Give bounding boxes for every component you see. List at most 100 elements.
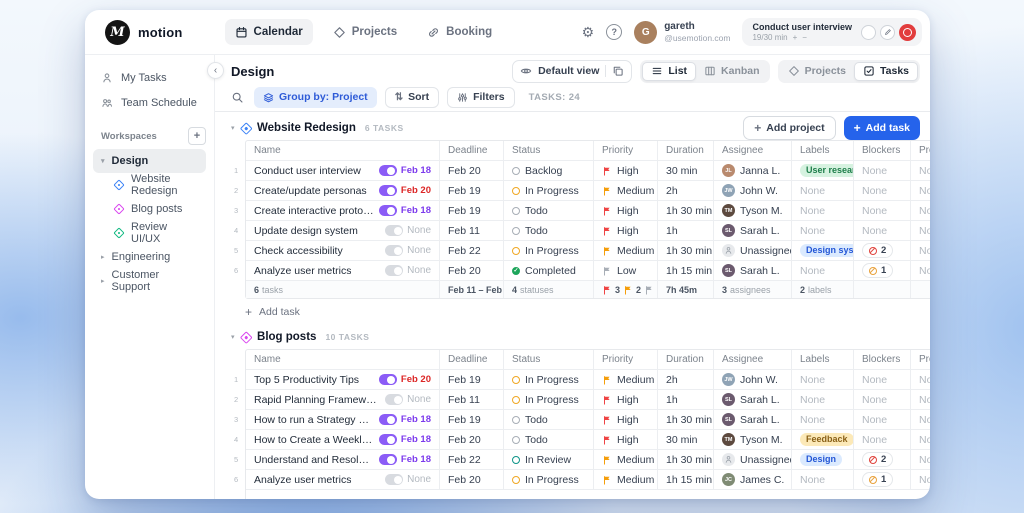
user-menu[interactable]: G gareth @usemotion.com xyxy=(634,21,730,44)
timer-increase-button[interactable]: + xyxy=(793,33,798,42)
status-cell[interactable]: In Progress xyxy=(504,470,594,489)
deadline-cell[interactable]: Feb 19 xyxy=(440,181,504,200)
task-name-cell[interactable]: 5Understand and Resolve ConflictFeb 18 xyxy=(246,450,440,469)
timer-decrease-button[interactable]: − xyxy=(802,33,807,42)
sidebar-item-review-ui-ux[interactable]: Review UI/UX xyxy=(93,221,206,245)
deadline-cell[interactable]: Feb 20 xyxy=(440,470,504,489)
status-cell[interactable]: In Progress xyxy=(504,241,594,260)
priority-cell[interactable]: Medium xyxy=(594,241,658,260)
column-header-deadline[interactable]: Deadline xyxy=(440,350,504,369)
sort-button[interactable]: ⇅ Sort xyxy=(385,87,439,108)
status-cell[interactable]: Todo xyxy=(504,221,594,240)
task-name-cell[interactable]: 2Create/update personasFeb 20 xyxy=(246,181,440,200)
column-header-status[interactable]: Status xyxy=(504,350,594,369)
duration-cell[interactable]: 1h xyxy=(658,221,714,240)
progress-cell[interactable]: None xyxy=(911,470,930,489)
labels-cell[interactable]: None xyxy=(792,410,854,429)
deadline-cell[interactable]: Feb 11 xyxy=(440,390,504,409)
scheduled-date[interactable]: Feb 20 xyxy=(379,185,431,196)
nav-item-booking[interactable]: Booking xyxy=(417,19,502,45)
duration-cell[interactable]: 1h 30 min xyxy=(658,450,714,469)
progress-cell[interactable]: None xyxy=(911,370,930,389)
view-toggle-projects[interactable]: Projects xyxy=(780,62,854,81)
nav-item-projects[interactable]: Projects xyxy=(323,19,407,45)
progress-cell[interactable]: None xyxy=(911,390,930,409)
timer-edit-button[interactable] xyxy=(880,25,895,40)
sidebar-item-team-schedule[interactable]: Team Schedule xyxy=(93,90,206,115)
view-toggle-list[interactable]: List xyxy=(642,62,696,81)
status-cell[interactable]: Todo xyxy=(504,430,594,449)
add-task-row[interactable]: +Add task xyxy=(245,304,930,320)
assignee-cell[interactable]: SLSarah L. xyxy=(714,261,792,280)
progress-cell[interactable]: None xyxy=(911,161,930,180)
status-cell[interactable]: Todo xyxy=(504,201,594,220)
priority-cell[interactable]: Low xyxy=(594,261,658,280)
deadline-cell[interactable]: Feb 19 xyxy=(440,201,504,220)
labels-cell[interactable]: None xyxy=(792,470,854,489)
blockers-cell[interactable]: None xyxy=(854,221,911,240)
priority-cell[interactable]: High xyxy=(594,221,658,240)
scheduled-date[interactable]: Feb 18 xyxy=(379,454,431,465)
duration-cell[interactable]: 2h xyxy=(658,181,714,200)
labels-cell[interactable]: None xyxy=(792,370,854,389)
default-view-selector[interactable]: Default view xyxy=(512,60,632,83)
group-by-button[interactable]: Group by: Project xyxy=(254,87,377,108)
workspace-design[interactable]: ▾ Design xyxy=(93,149,206,173)
status-cell[interactable]: Todo xyxy=(504,410,594,429)
scheduled-date[interactable]: Feb 18 xyxy=(379,205,431,216)
timer-stop-button[interactable] xyxy=(899,24,916,41)
blockers-cell[interactable]: 2 xyxy=(854,241,911,260)
priority-cell[interactable]: High xyxy=(594,410,658,429)
assignee-cell[interactable]: SLSarah L. xyxy=(714,390,792,409)
blockers-cell[interactable]: 1 xyxy=(854,261,911,280)
labels-cell[interactable]: Feedback xyxy=(792,430,854,449)
status-cell[interactable]: ✓Completed xyxy=(504,261,594,280)
column-header-assignee[interactable]: Assignee xyxy=(714,141,792,160)
view-toggle-tasks[interactable]: Tasks xyxy=(854,62,918,81)
task-name-cell[interactable]: 1Top 5 Productivity TipsFeb 20 xyxy=(246,370,440,389)
progress-cell[interactable]: None xyxy=(911,430,930,449)
duration-cell[interactable]: 1h 15 min xyxy=(658,470,714,489)
task-name-cell[interactable]: 4How to Create a Weekly PlanFeb 18 xyxy=(246,430,440,449)
duration-cell[interactable]: 1h 30 min xyxy=(658,241,714,260)
deadline-cell[interactable]: Feb 22 xyxy=(440,450,504,469)
deadline-cell[interactable]: Feb 11 xyxy=(440,221,504,240)
deadline-cell[interactable]: Feb 20 xyxy=(440,161,504,180)
scheduled-date[interactable]: None xyxy=(385,394,431,405)
column-header-blockers[interactable]: Blockers xyxy=(854,350,911,369)
collapse-sidebar-button[interactable]: ‹ xyxy=(207,62,224,79)
task-name-cell[interactable]: 4Update design systemNone xyxy=(246,221,440,240)
column-header-blockers[interactable]: Blockers xyxy=(854,141,911,160)
column-header-priority[interactable]: Priority xyxy=(594,141,658,160)
blockers-cell[interactable]: None xyxy=(854,181,911,200)
task-name-cell[interactable]: 1Conduct user interviewFeb 18 xyxy=(246,161,440,180)
settings-gear-icon[interactable]: ⚙ xyxy=(582,25,595,39)
task-name-cell[interactable]: 6Analyze user metricsNone xyxy=(246,261,440,280)
status-cell[interactable]: In Progress xyxy=(504,181,594,200)
progress-cell[interactable]: None xyxy=(911,410,930,429)
timer-complete-button[interactable] xyxy=(861,25,876,40)
help-icon[interactable]: ? xyxy=(606,24,622,40)
view-toggle-kanban[interactable]: Kanban xyxy=(696,62,768,81)
blockers-cell[interactable]: 2 xyxy=(854,450,911,469)
sidebar-item-engineering[interactable]: ▸Engineering xyxy=(93,245,206,269)
labels-cell[interactable]: None xyxy=(792,221,854,240)
duration-cell[interactable]: 1h xyxy=(658,390,714,409)
progress-cell[interactable]: None xyxy=(911,450,930,469)
sidebar-item-customer-support[interactable]: ▸Customer Support xyxy=(93,269,206,293)
group-header[interactable]: ▾Blog posts10 TASKS xyxy=(231,327,930,347)
scheduled-date[interactable]: Feb 18 xyxy=(379,414,431,425)
deadline-cell[interactable]: Feb 20 xyxy=(440,261,504,280)
blockers-cell[interactable]: None xyxy=(854,161,911,180)
progress-cell[interactable]: None xyxy=(911,261,930,280)
column-header-assignee[interactable]: Assignee xyxy=(714,350,792,369)
column-header-name[interactable]: Name xyxy=(246,350,440,369)
sidebar-item-blog-posts[interactable]: Blog posts xyxy=(93,197,206,221)
search-icon[interactable] xyxy=(231,91,244,104)
blockers-cell[interactable]: None xyxy=(854,430,911,449)
labels-cell[interactable]: None xyxy=(792,261,854,280)
priority-cell[interactable]: Medium xyxy=(594,470,658,489)
deadline-cell[interactable]: Feb 19 xyxy=(440,370,504,389)
progress-cell[interactable]: None xyxy=(911,241,930,260)
column-header-deadline[interactable]: Deadline xyxy=(440,141,504,160)
